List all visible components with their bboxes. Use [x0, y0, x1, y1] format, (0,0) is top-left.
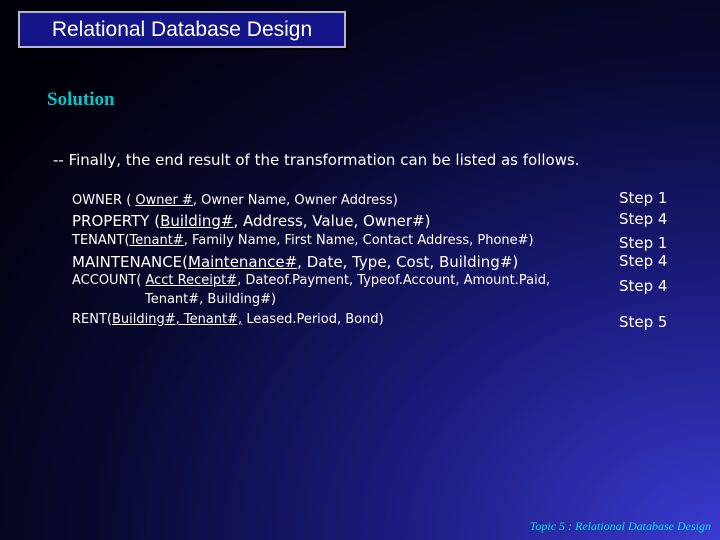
- step-label: Step 4: [619, 210, 668, 228]
- relation-attributes: Leased.Period, Bond): [242, 312, 384, 327]
- relation-account-continued: Tenant#, Building#): [145, 292, 277, 307]
- relation-maintenance: MAINTENANCE(Maintenance#, Date, Type, Co…: [72, 253, 518, 271]
- primary-key: Maintenance#: [188, 253, 298, 271]
- primary-key: Building#: [160, 212, 234, 230]
- relation-attributes: , Family Name, First Name, Contact Addre…: [183, 233, 534, 248]
- relation-name: OWNER (: [72, 193, 136, 208]
- relation-attributes: , Address, Value, Owner#): [233, 212, 431, 230]
- relation-name: TENANT(: [72, 233, 130, 248]
- relation-name: PROPERTY (: [72, 212, 161, 230]
- slide-title-box: Relational Database Design: [18, 11, 346, 48]
- slide-title: Relational Database Design: [51, 17, 313, 41]
- intro-text: -- Finally, the end result of the transf…: [53, 151, 580, 169]
- relation-name: RENT(: [72, 312, 112, 327]
- primary-key: Owner #: [135, 193, 193, 208]
- primary-key: Building#, Tenant#,: [111, 312, 243, 327]
- footer-topic: Topic 5 : Relational Database Design: [529, 519, 711, 533]
- step-label: Step 1: [619, 189, 668, 207]
- relation-name: MAINTENANCE(: [72, 253, 188, 271]
- step-label: Step 4: [619, 277, 668, 295]
- relation-tenant: TENANT(Tenant#, Family Name, First Name,…: [72, 233, 534, 248]
- step-label: Step 5: [619, 313, 668, 331]
- relation-attributes: , Date, Type, Cost, Building#): [297, 253, 519, 271]
- relation-attributes: , Dateof.Payment, Typeof.Account, Amount…: [237, 273, 551, 288]
- primary-key: Tenant#: [129, 233, 184, 248]
- step-label: Step 1: [619, 234, 668, 252]
- step-label: Step 4: [619, 252, 668, 270]
- relation-name: ACCOUNT(: [72, 273, 146, 288]
- primary-key: Acct Receipt#: [145, 273, 238, 288]
- relation-attributes: , Owner Name, Owner Address): [192, 193, 398, 208]
- relation-rent: RENT(Building#, Tenant#, Leased.Period, …: [72, 312, 384, 327]
- relation-account: ACCOUNT( Acct Receipt#, Dateof.Payment, …: [72, 273, 550, 288]
- relation-property: PROPERTY (Building#, Address, Value, Own…: [72, 212, 430, 230]
- relation-owner: OWNER ( Owner #, Owner Name, Owner Addre…: [72, 193, 398, 208]
- solution-heading: Solution: [47, 89, 115, 110]
